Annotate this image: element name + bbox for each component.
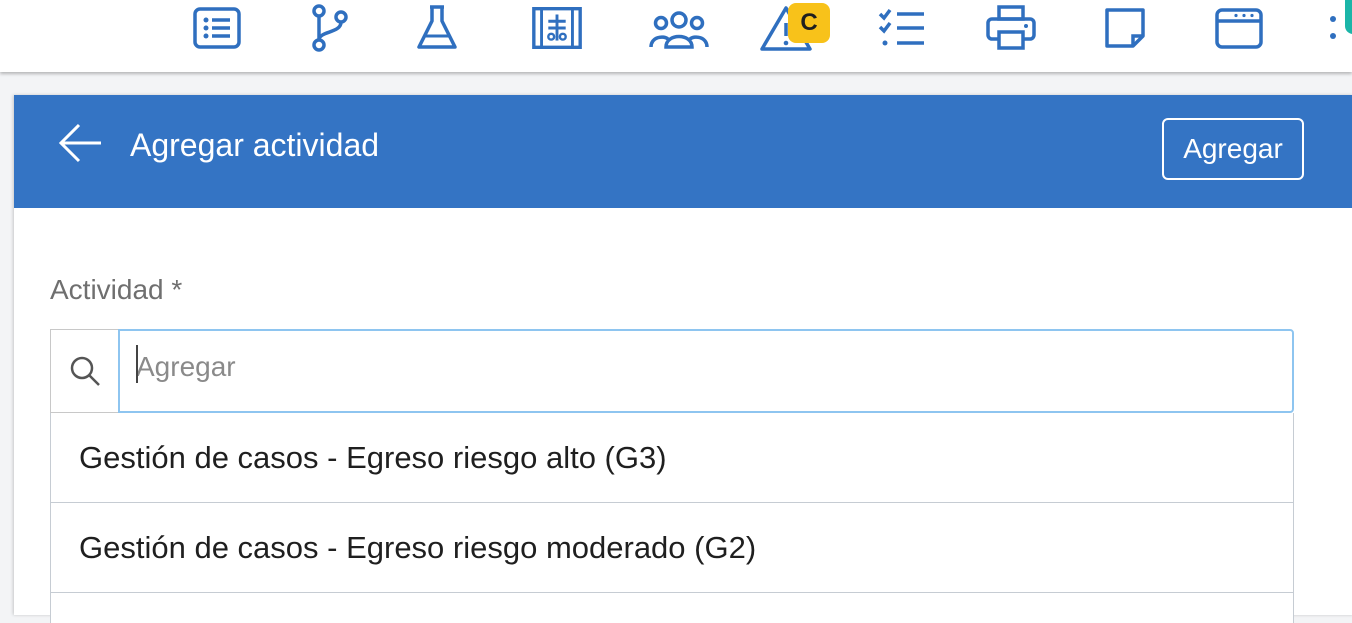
activity-search-input[interactable]: [118, 329, 1294, 413]
activity-field-label: Actividad *: [50, 274, 183, 305]
alert-badge: C: [788, 3, 830, 43]
add-activity-panel: Agregar actividad Agregar Actividad * Ge…: [14, 95, 1352, 623]
window-icon[interactable]: [1211, 0, 1267, 56]
add-button[interactable]: Agregar: [1162, 118, 1304, 180]
search-icon: [50, 329, 118, 413]
flask-icon[interactable]: [409, 0, 465, 56]
printer-icon[interactable]: [983, 0, 1039, 56]
more-dot-icon[interactable]: [1330, 16, 1336, 22]
list-item[interactable]: Gestión de casos - Egreso riesgo alto (G…: [51, 413, 1293, 503]
page-title: Agregar actividad: [130, 127, 380, 163]
top-toolbar: C: [0, 0, 1352, 72]
list-item[interactable]: Gestión de casos - Egreso riesgo moderad…: [51, 503, 1293, 593]
note-icon[interactable]: [1097, 0, 1153, 56]
activity-search: [50, 329, 1294, 413]
side-tab[interactable]: [1345, 0, 1352, 34]
list-icon[interactable]: [189, 0, 245, 56]
text-caret: [136, 345, 138, 383]
users-icon[interactable]: [648, 0, 710, 56]
chart-panel-icon[interactable]: [529, 0, 585, 56]
branch-icon[interactable]: [301, 0, 357, 56]
more-dot-icon[interactable]: [1330, 33, 1336, 39]
checklist-icon[interactable]: [874, 0, 930, 56]
panel-header: Agregar actividad Agregar: [14, 95, 1352, 208]
back-arrow-icon[interactable]: [56, 119, 104, 167]
activity-options-list: Gestión de casos - Egreso riesgo alto (G…: [50, 413, 1294, 623]
